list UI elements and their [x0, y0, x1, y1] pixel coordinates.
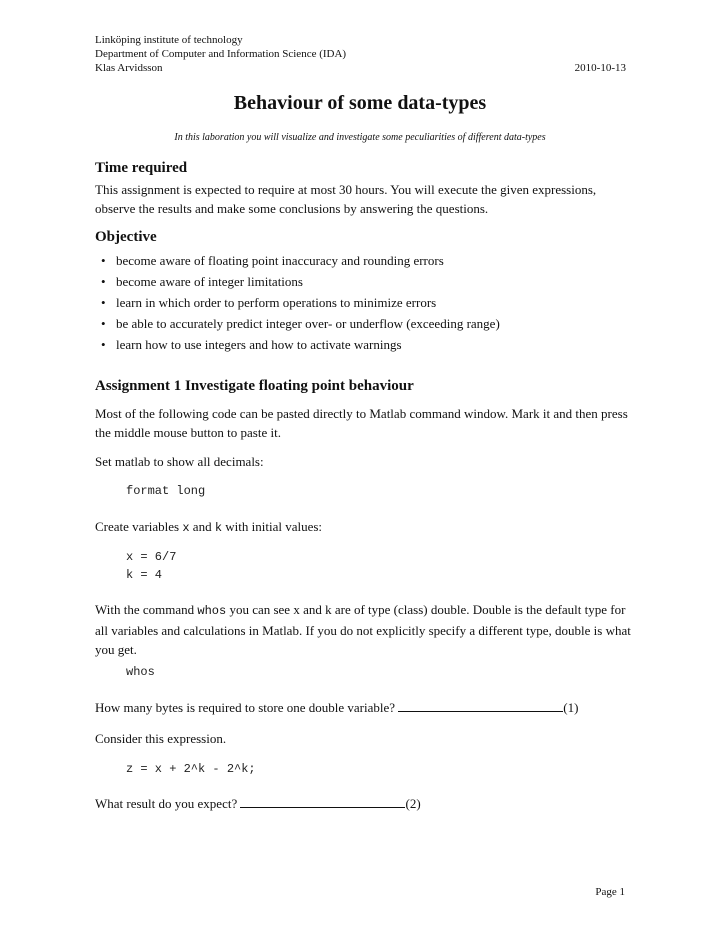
- header-department: Department of Computer and Information S…: [95, 48, 347, 60]
- bullet-icon: •: [101, 295, 106, 310]
- time-required-text: This assignment is expected to require a…: [95, 182, 597, 216]
- page-subtitle: In this laboration you will visualize an…: [174, 132, 546, 143]
- whos-inline: whos: [197, 604, 227, 618]
- consider-text: Consider this expression.: [95, 731, 227, 746]
- objective-item: • become aware of floating point inaccura…: [101, 253, 444, 268]
- bullet-icon: •: [101, 337, 106, 352]
- code-whos: whos: [126, 665, 155, 679]
- var-k: k: [214, 521, 223, 535]
- code-expression: z = x + 2^k - 2^k;: [126, 762, 256, 776]
- page-title: Behaviour of some data-types: [233, 92, 487, 114]
- bullet-icon: •: [101, 316, 106, 331]
- code-var-x: x = 6/7: [126, 550, 177, 564]
- header-date: 2010-10-13: [574, 62, 626, 74]
- assignment1-heading: Assignment 1 Investigate floating point …: [95, 378, 414, 394]
- objective-item: • learn in which order to perform operati…: [101, 295, 437, 310]
- bullet-icon: •: [101, 274, 106, 289]
- set-format-text: Set matlab to show all decimals:: [95, 454, 264, 469]
- objective-item: • learn how to use integers and how to ac…: [101, 337, 402, 352]
- assignment1-intro: Most of the following code can be pasted…: [95, 406, 628, 440]
- code-var-k: k = 4: [126, 568, 163, 582]
- question-1: How many bytes is required to store one …: [95, 699, 579, 715]
- objective-list: • become aware of floating point inaccura…: [98, 251, 500, 356]
- time-required-heading: Time required: [95, 160, 188, 176]
- var-x: x: [182, 521, 190, 535]
- objective-item: • be able to accurately predict integer o…: [101, 316, 500, 331]
- header-institution: Linköping institute of technology: [95, 34, 243, 46]
- answer-blank-1[interactable]: [398, 699, 564, 712]
- header-author: Klas Arvidsson: [95, 62, 163, 74]
- create-vars-text: Create variables x and k with initial va…: [95, 519, 323, 535]
- code-format-long: format long: [126, 484, 206, 498]
- objective-item: • become aware of integer limitations: [101, 274, 303, 289]
- question-2: What result do you expect? (2): [95, 795, 421, 811]
- page-number: Page 1: [595, 886, 625, 898]
- answer-blank-2[interactable]: [240, 795, 406, 808]
- bullet-icon: •: [101, 253, 106, 268]
- objective-heading: Objective: [95, 229, 157, 245]
- whos-text: With the command whos you can see x and …: [95, 602, 631, 657]
